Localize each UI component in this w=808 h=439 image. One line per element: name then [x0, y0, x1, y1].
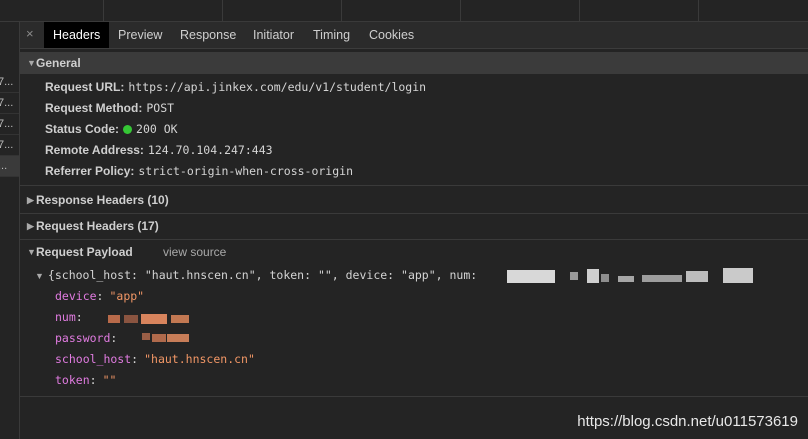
prop-colon: : — [75, 310, 83, 324]
triangle-down-icon: ▼ — [27, 58, 36, 68]
prop-value: "app" — [109, 289, 145, 303]
redacted-block — [601, 274, 609, 282]
redacted-block — [587, 269, 599, 283]
prop-value: "haut.hnscen.cn" — [144, 352, 255, 366]
tab-preview[interactable]: Preview — [118, 22, 162, 48]
detail-tabs: × Headers Preview Response Initiator Tim… — [20, 22, 808, 49]
referrer-policy-row: Referrer Policy: strict-origin-when-cross… — [45, 161, 353, 181]
tab-cookies[interactable]: Cookies — [369, 22, 414, 48]
request-row-label: 7... — [0, 118, 14, 130]
remote-address-label: Remote Address: — [45, 143, 144, 157]
tab-response[interactable]: Response — [180, 22, 236, 48]
response-headers-section-header[interactable]: ▶ Response Headers (10) — [20, 189, 808, 211]
triangle-down-icon: ▼ — [35, 271, 44, 281]
request-row-label: 7... — [0, 97, 14, 109]
request-headers-title: Request Headers (17) — [36, 219, 159, 233]
redacted-block — [642, 275, 682, 282]
redacted-block — [142, 333, 150, 340]
toolbar-segment — [104, 0, 223, 21]
request-row[interactable]: 7... — [0, 93, 19, 114]
section-divider — [20, 213, 808, 214]
prop-colon: : — [110, 331, 118, 345]
request-payload-title: Request Payload — [36, 245, 133, 259]
prop-colon: : — [89, 373, 97, 387]
triangle-right-icon: ▶ — [27, 195, 34, 205]
general-section-header[interactable]: ▼ General — [20, 52, 808, 74]
status-ok-icon — [123, 125, 133, 134]
prop-key: token — [55, 373, 90, 387]
headers-panel: × Headers Preview Response Initiator Tim… — [20, 22, 808, 439]
prop-key: school_host — [55, 352, 132, 366]
referrer-policy-label: Referrer Policy: — [45, 164, 135, 178]
payload-prop-password: password: — [55, 328, 123, 348]
remote-address-row: Remote Address: 124.70.104.247:443 — [45, 140, 273, 160]
request-list: 7... 7... 7... 7... ... — [0, 22, 20, 439]
request-row[interactable]: 7... — [0, 114, 19, 135]
status-code-value: 200 OK — [136, 122, 178, 136]
redacted-block — [152, 334, 166, 342]
toolbar-segment — [223, 0, 342, 21]
redacted-block — [507, 270, 555, 283]
toolbar-segment — [0, 0, 104, 21]
prop-key: device — [55, 289, 97, 303]
prop-value: "" — [102, 373, 117, 387]
prop-key: num — [55, 310, 76, 324]
section-divider — [20, 185, 808, 186]
redacted-block — [618, 276, 634, 282]
redacted-block — [124, 315, 138, 323]
request-method-value: POST — [146, 101, 175, 115]
redacted-block — [570, 272, 578, 280]
redacted-block — [171, 315, 189, 323]
redacted-block — [141, 314, 167, 324]
payload-prop-device: device: "app" — [55, 286, 144, 306]
request-payload-section-header[interactable]: ▼ Request Payload view source — [20, 241, 808, 263]
section-divider — [20, 396, 808, 397]
request-method-row: Request Method: POST — [45, 98, 174, 118]
redacted-block — [108, 315, 120, 323]
tab-initiator[interactable]: Initiator — [253, 22, 294, 48]
prop-colon: : — [131, 352, 139, 366]
request-row-label: 7... — [0, 76, 14, 88]
status-code-row: Status Code: 200 OK — [45, 119, 178, 139]
status-code-label: Status Code: — [45, 122, 120, 136]
redacted-block — [167, 334, 189, 342]
remote-address-value: 124.70.104.247:443 — [147, 143, 273, 157]
request-headers-section-header[interactable]: ▶ Request Headers (17) — [20, 215, 808, 237]
request-url-label: Request URL: — [45, 80, 125, 94]
prop-colon: : — [96, 289, 104, 303]
request-method-label: Request Method: — [45, 101, 143, 115]
tab-headers[interactable]: Headers — [44, 22, 110, 48]
toolbar-segment — [461, 0, 580, 21]
request-url-row: Request URL: https://api.jinkex.com/edu/v… — [45, 77, 426, 97]
payload-prop-num: num: — [55, 307, 89, 327]
triangle-down-icon: ▼ — [27, 247, 36, 257]
request-row-selected[interactable]: ... — [0, 156, 19, 177]
payload-prop-school-host: school_host: "haut.hnscen.cn" — [55, 349, 255, 369]
payload-summary-text: {school_host: "haut.hnscen.cn", token: "… — [47, 268, 478, 282]
triangle-right-icon: ▶ — [27, 221, 34, 231]
request-row[interactable]: 7... — [0, 72, 19, 93]
request-row-label: ... — [0, 160, 8, 172]
response-headers-title: Response Headers (10) — [36, 193, 169, 207]
payload-prop-token: token: "" — [55, 370, 116, 390]
request-row-label: 7... — [0, 139, 14, 151]
redacted-block — [686, 271, 708, 282]
request-url-value: https://api.jinkex.com/edu/v1/student/lo… — [128, 80, 427, 94]
redacted-block — [723, 268, 753, 283]
toolbar-segment — [342, 0, 461, 21]
watermark-text: https://blog.csdn.net/u011573619 — [577, 413, 798, 430]
section-divider — [20, 239, 808, 240]
request-row[interactable]: 7... — [0, 135, 19, 156]
tab-timing[interactable]: Timing — [313, 22, 350, 48]
prop-key: password — [55, 331, 111, 345]
general-title: General — [36, 56, 81, 70]
view-source-link[interactable]: view source — [163, 241, 226, 263]
toolbar-segment — [580, 0, 699, 21]
payload-summary[interactable]: ▼ {school_host: "haut.hnscen.cn", token: … — [35, 265, 477, 285]
top-toolbar — [0, 0, 808, 22]
close-icon[interactable]: × — [26, 27, 34, 41]
referrer-policy-value: strict-origin-when-cross-origin — [138, 164, 354, 178]
